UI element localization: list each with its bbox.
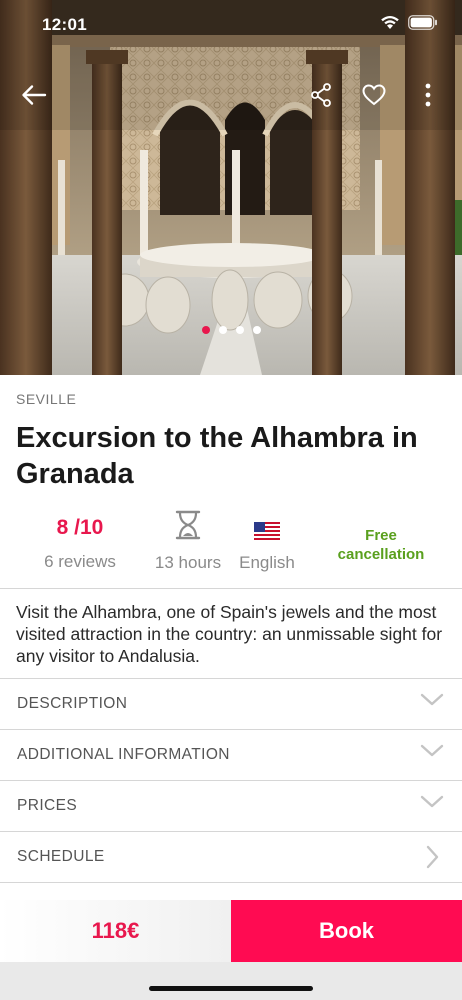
book-button-label: Book	[319, 918, 374, 943]
divider	[0, 882, 462, 883]
tour-stats: 8 /10 6 reviews 13 hours English Free ca…	[0, 510, 462, 588]
share-icon	[311, 83, 331, 107]
language-text: English	[239, 553, 295, 572]
city-label: SEVILLE	[16, 391, 77, 407]
chevron-down-icon	[420, 693, 444, 706]
carousel-dot[interactable]	[218, 326, 227, 334]
chevron-down-icon	[420, 795, 444, 808]
carousel-indicator	[0, 326, 462, 334]
heart-icon	[362, 84, 386, 106]
booking-bar: 118€ Book	[0, 900, 462, 962]
hourglass-icon	[175, 510, 201, 540]
more-vertical-icon	[425, 83, 431, 107]
section-label: ADDITIONAL INFORMATION	[17, 746, 230, 763]
status-bar: 12:01	[0, 0, 462, 50]
book-button[interactable]: Book	[231, 900, 462, 962]
back-button[interactable]	[14, 75, 54, 115]
tour-title: Excursion to the Alhambra in Granada	[16, 422, 418, 490]
price-value: 118€	[91, 918, 140, 943]
section-label: SCHEDULE	[17, 848, 105, 865]
status-icons	[380, 15, 438, 30]
free-cancellation-label: Free cancellation	[337, 527, 425, 563]
section-additional-information[interactable]: ADDITIONAL INFORMATION	[0, 729, 462, 780]
price-box: 118€	[0, 900, 231, 962]
tour-summary: Visit the Alhambra, one of Spain's jewel…	[16, 602, 443, 666]
section-label: DESCRIPTION	[17, 695, 128, 712]
carousel-dot[interactable]	[252, 326, 261, 334]
battery-icon	[408, 15, 437, 30]
status-time: 12:01	[42, 15, 87, 34]
us-flag-icon	[254, 522, 280, 540]
carousel-dot[interactable]	[235, 326, 244, 334]
share-button[interactable]	[301, 75, 341, 115]
carousel-dot[interactable]	[201, 326, 210, 334]
rating-score: 8 /10	[56, 516, 104, 539]
chevron-down-icon	[420, 744, 444, 757]
duration-text: 13 hours	[154, 553, 222, 572]
more-options-button[interactable]	[408, 75, 448, 115]
section-label: PRICES	[17, 797, 78, 814]
section-description[interactable]: DESCRIPTION	[0, 678, 462, 729]
home-indicator[interactable]	[149, 986, 313, 991]
reviews-count[interactable]: 6 reviews	[30, 552, 130, 572]
duration-block: 13 hours	[143, 510, 233, 573]
language-block: English	[228, 522, 306, 573]
back-arrow-icon	[22, 85, 47, 105]
divider	[0, 588, 462, 589]
chevron-right-icon	[426, 845, 439, 869]
hero-photo[interactable]: 12:01	[0, 0, 462, 375]
section-prices[interactable]: PRICES	[0, 780, 462, 831]
home-indicator-area	[0, 962, 462, 1000]
favorite-button[interactable]	[354, 75, 394, 115]
court-of-the-lions-photo	[0, 0, 462, 375]
rating-block[interactable]: 8 /10 6 reviews	[30, 516, 130, 572]
wifi-icon	[381, 15, 399, 29]
section-schedule[interactable]: SCHEDULE	[0, 831, 462, 882]
